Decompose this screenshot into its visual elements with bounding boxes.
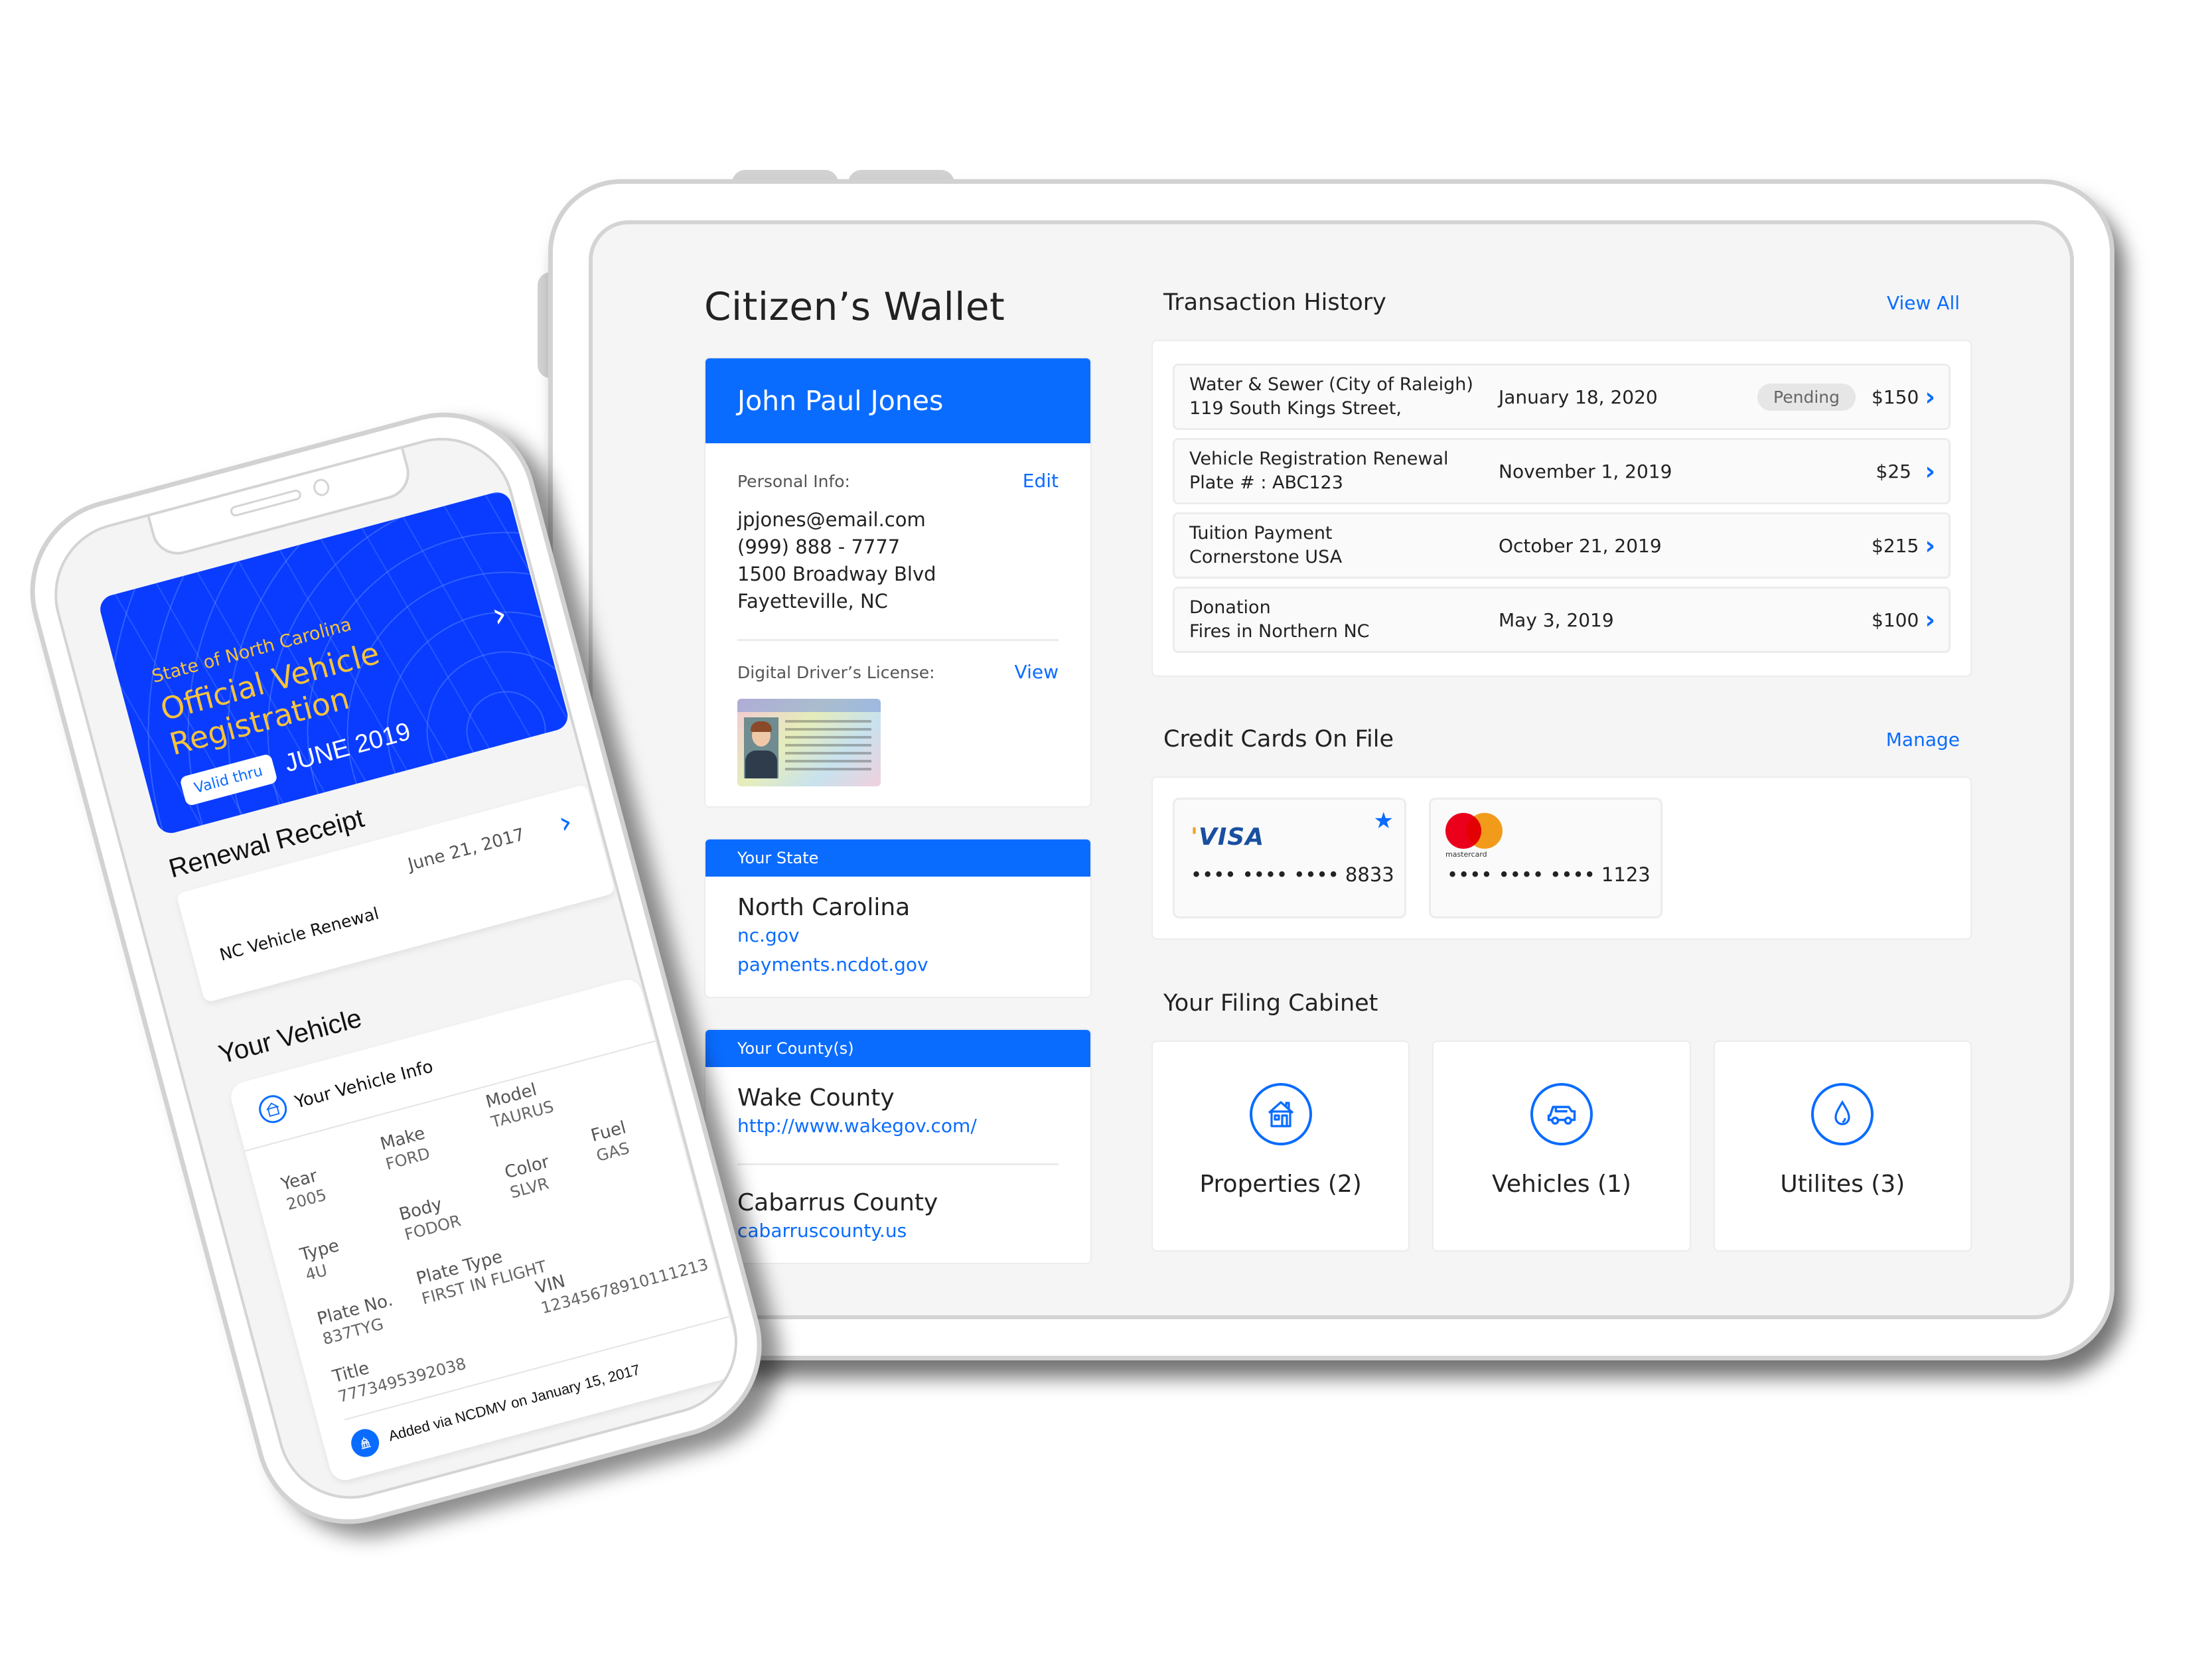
state-name: North Carolina — [737, 894, 911, 921]
transaction-subtitle: Fires in Northern NC — [1189, 621, 1370, 642]
filing-item-label: Vehicles (1) — [1492, 1171, 1631, 1198]
transaction-date: January 18, 2020 — [1499, 386, 1658, 408]
transaction-amount: $25 — [1876, 460, 1911, 482]
vehicle-field-vin: VIN 12345678910111213 — [533, 1255, 711, 1318]
transaction-subtitle: 119 South Kings Street, — [1189, 398, 1402, 419]
divider — [737, 639, 1059, 641]
credit-card-list: 'VISA ★ •••• •••• •••• 8833 mastercard •… — [1151, 776, 1972, 940]
filing-item-label: Properties (2) — [1199, 1171, 1362, 1198]
transaction-row[interactable]: Donation Fires in Northern NC May 3, 201… — [1173, 587, 1951, 653]
license-label: Digital Driver’s License: — [737, 663, 935, 682]
vehicle-field-color: Color SLVR — [502, 1152, 552, 1202]
vehicle-info-card: Your Vehicle Info Year 2005 Make FORD Mode… — [227, 976, 745, 1484]
phone-screen: State of North Carolina Official Vehicle… — [38, 421, 754, 1516]
vehicle-field-title: Title 7773495392038 — [331, 1354, 469, 1407]
state-link[interactable]: nc.gov — [737, 921, 1059, 950]
chevron-right-icon[interactable]: › — [1911, 605, 1935, 634]
credit-cards-section: Credit Cards On File Manage 'VISA ★ ••••… — [1151, 721, 1972, 940]
transaction-history-section: Transaction History View All Water & Sew… — [1151, 284, 1972, 677]
credit-card-visa[interactable]: 'VISA ★ •••• •••• •••• 8833 — [1173, 798, 1406, 918]
house-icon — [256, 1092, 290, 1127]
transaction-date: November 1, 2019 — [1499, 460, 1672, 482]
view-all-link[interactable]: View All — [1887, 292, 1960, 314]
address-line2: Fayetteville, NC — [737, 590, 888, 613]
chevron-right-icon[interactable]: › — [1911, 382, 1935, 411]
receipt-name: NC Vehicle Renewal — [217, 903, 381, 965]
vehicle-field-body: Body FODOR — [397, 1194, 463, 1244]
manage-cards-link[interactable]: Manage — [1886, 729, 1960, 751]
profile-card: John Paul Jones Personal Info: Edit jpjo… — [704, 357, 1092, 808]
house-icon — [1249, 1083, 1312, 1145]
personal-info-label: Personal Info: — [737, 472, 850, 491]
capitol-building-icon — [348, 1425, 382, 1461]
transaction-title: Vehicle Registration Renewal — [1189, 449, 1449, 469]
transaction-date: October 21, 2019 — [1499, 534, 1662, 557]
vehicle-field-type: Type 4U — [297, 1236, 342, 1285]
vehicle-field-plate-type: Plate Type FIRST IN FLIGHT — [414, 1247, 549, 1309]
chevron-right-icon[interactable]: › — [555, 803, 576, 841]
car-icon — [1530, 1083, 1593, 1145]
vehicle-field-model: Model TAURUS — [483, 1080, 556, 1132]
transaction-subtitle: Cornerstone USA — [1189, 547, 1343, 567]
water-drop-icon — [1811, 1083, 1874, 1145]
view-license-link[interactable]: View — [1015, 661, 1059, 683]
vehicle-field-plate-no: Plate No. 837TYG — [315, 1290, 396, 1349]
visa-logo-icon: 'VISA — [1191, 824, 1265, 851]
credit-cards-title: Credit Cards On File — [1163, 726, 1394, 753]
filing-item-label: Utilites (3) — [1780, 1171, 1905, 1198]
card-number: •••• •••• •••• 1123 — [1447, 863, 1651, 886]
star-icon[interactable]: ★ — [1374, 808, 1394, 834]
vehicle-field-year: Year 2005 — [279, 1166, 329, 1214]
page-title: Citizen’s Wallet — [704, 284, 1005, 329]
address-line1: 1500 Broadway Blvd — [737, 563, 936, 585]
filing-item-vehicles[interactable]: Vehicles (1) — [1432, 1041, 1691, 1252]
transaction-list: Water & Sewer (City of Raleigh) 119 Sout… — [1151, 340, 1972, 677]
state-header: Your State — [705, 839, 1090, 877]
transaction-amount: $150 — [1872, 386, 1919, 408]
edit-personal-info-link[interactable]: Edit — [1023, 470, 1059, 492]
card-number: •••• •••• •••• 8833 — [1191, 863, 1394, 886]
email-text: jpjones@email.com — [737, 508, 926, 531]
renewal-receipt-card[interactable]: NC Vehicle Renewal June 21, 2017 › — [176, 784, 616, 1003]
receipt-date: June 21, 2017 — [406, 824, 527, 875]
transaction-title: Tuition Payment — [1189, 523, 1333, 543]
mastercard-logo-icon: mastercard — [1445, 813, 1505, 859]
filing-item-utilities[interactable]: Utilites (3) — [1713, 1041, 1972, 1252]
transaction-date: May 3, 2019 — [1499, 609, 1614, 631]
vehicle-field-fuel: Fuel GAS — [589, 1118, 632, 1165]
credit-card-mastercard[interactable]: mastercard •••• •••• •••• 1123 — [1429, 798, 1662, 918]
transaction-amount: $100 — [1872, 609, 1919, 631]
filing-cabinet-title: Your Filing Cabinet — [1163, 990, 1378, 1017]
transaction-row[interactable]: Vehicle Registration Renewal Plate # : A… — [1173, 438, 1951, 504]
phone-device: State of North Carolina Official Vehicle… — [9, 392, 783, 1545]
drivers-license-thumbnail[interactable] — [737, 699, 881, 786]
chevron-right-icon[interactable]: › — [1911, 457, 1935, 486]
transaction-row[interactable]: Tuition Payment Cornerstone USA October … — [1173, 512, 1951, 579]
filing-item-properties[interactable]: Properties (2) — [1151, 1041, 1410, 1252]
transaction-amount: $215 — [1872, 534, 1919, 557]
transaction-row[interactable]: Water & Sewer (City of Raleigh) 119 Sout… — [1173, 364, 1951, 430]
chevron-right-icon[interactable]: › — [1911, 531, 1935, 560]
phone-text: (999) 888 - 7777 — [737, 536, 901, 558]
right-column: Transaction History View All Water & Sew… — [1151, 284, 1972, 1252]
transaction-subtitle: Plate # : ABC123 — [1189, 472, 1343, 493]
vehicle-field-make: Make FORD — [378, 1123, 432, 1174]
transaction-history-title: Transaction History — [1163, 289, 1386, 316]
filing-cabinet-section: Your Filing Cabinet Properties (2) Vehic… — [1151, 985, 1972, 1252]
status-badge: Pending — [1757, 383, 1856, 411]
transaction-title: Donation — [1189, 597, 1271, 618]
profile-name: John Paul Jones — [705, 358, 1090, 443]
transaction-title: Water & Sewer (City of Raleigh) — [1189, 374, 1473, 395]
